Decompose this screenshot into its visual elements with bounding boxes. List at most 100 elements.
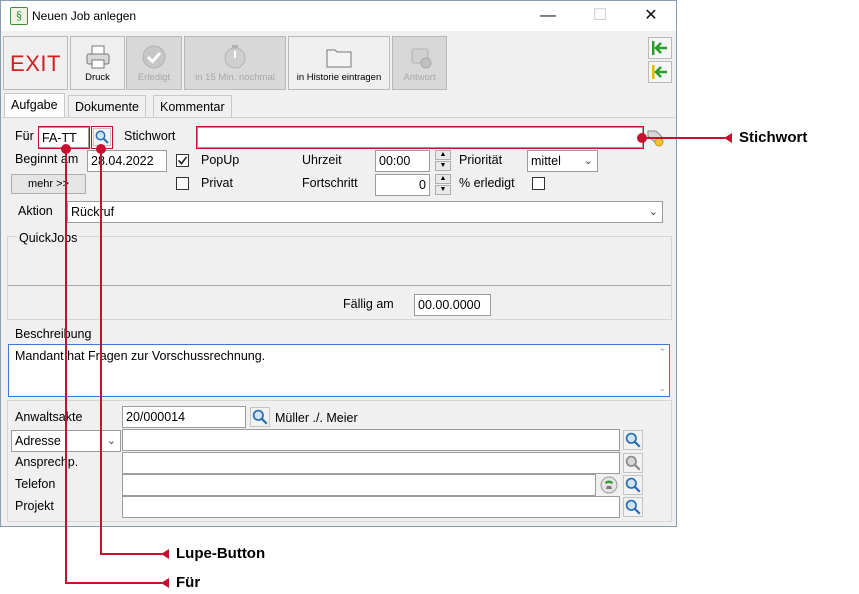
tab-aufgabe[interactable]: Aufgabe (4, 93, 65, 117)
lupe-callout-line-v (100, 149, 102, 554)
lupe-callout-arrow (161, 549, 169, 559)
prioritaet-label: Priorität (459, 153, 503, 167)
aktion-label: Aktion (18, 204, 53, 218)
fortschritt-input[interactable]: 0 (375, 174, 430, 196)
prioritaet-select[interactable]: mittel ⌄ (527, 150, 598, 172)
projekt-lookup-button[interactable] (623, 497, 643, 517)
adresse-lookup-button[interactable] (623, 430, 643, 450)
beschreibung-text: Mandant hat Fragen zur Vorschussrechnung… (15, 349, 266, 363)
anwaltsakte-name: Müller ./. Meier (275, 411, 358, 425)
spin-up-icon[interactable]: ▲ (435, 150, 451, 160)
anwaltsakte-input[interactable]: 20/000014 (122, 406, 246, 428)
done-button[interactable]: Erledigt (126, 36, 182, 90)
telefon-lookup-button[interactable] (623, 475, 643, 495)
privat-label: Privat (201, 176, 233, 190)
stichwort-callout-label: Stichwort (739, 129, 808, 146)
fortschritt-label: Fortschritt (302, 176, 358, 190)
anwaltsakte-label: Anwaltsakte (15, 410, 83, 424)
prioritaet-value: mittel (531, 154, 561, 168)
close-button[interactable]: ✕ (636, 5, 666, 27)
nav-first-button[interactable] (648, 37, 672, 59)
arrow-first-icon (652, 41, 667, 55)
projekt-label: Projekt (15, 499, 54, 513)
spin-down-icon[interactable]: ▼ (435, 185, 451, 195)
erledigt-label: % erledigt (459, 176, 515, 190)
chevron-down-icon: ⌄ (106, 435, 116, 447)
adresse-value: Adresse (15, 434, 61, 448)
magnifier-icon (625, 499, 641, 515)
adresse-input[interactable] (122, 429, 620, 451)
fuer-callout-label: Für (176, 574, 201, 591)
reply-button[interactable]: Antwort (392, 36, 447, 90)
stichwort-label: Stichwort (124, 129, 176, 143)
uhrzeit-input[interactable]: 00:00 (375, 150, 430, 172)
scroll-down-icon[interactable]: ⌄ (658, 383, 666, 394)
faellig-label: Fällig am (343, 297, 394, 311)
stichwort-highlight (196, 126, 644, 149)
stichwort-callout-arrow (724, 133, 732, 143)
minimize-button[interactable]: — (533, 5, 563, 27)
snooze-button[interactable]: in 15 Min. nochmal (184, 36, 286, 90)
tab-panel-border (2, 117, 675, 118)
window-title: Neuen Job anlegen (32, 9, 137, 23)
done-label: Erledigt (137, 72, 171, 83)
ansprechp-lookup-button[interactable] (623, 453, 643, 473)
fuer-callout-arrow (161, 578, 169, 588)
spin-up-icon[interactable]: ▲ (435, 174, 451, 184)
telefon-dial-button[interactable] (599, 475, 619, 495)
magnifier-icon (625, 477, 641, 493)
reply-icon (406, 43, 434, 74)
scroll-up-icon[interactable]: ⌃ (658, 347, 666, 358)
snooze-label: in 15 Min. nochmal (195, 72, 275, 83)
aktion-value: Rückruf (71, 205, 115, 219)
telefon-label: Telefon (15, 477, 56, 491)
chevron-down-icon: ⌄ (583, 155, 593, 167)
print-button[interactable]: Druck (70, 36, 125, 90)
privat-checkbox[interactable] (176, 177, 189, 190)
spin-down-icon[interactable]: ▼ (435, 161, 451, 171)
arrow-previous-icon (652, 65, 667, 79)
phone-icon (600, 476, 618, 494)
lupe-callout-label: Lupe-Button (176, 545, 266, 562)
popup-label: PopUp (201, 153, 240, 167)
stichwort-callout-line (643, 137, 725, 139)
ansprechp-label: Ansprechp. (15, 455, 79, 469)
printer-icon (84, 43, 112, 74)
beschreibung-textarea[interactable]: Mandant hat Fragen zur Vorschussrechnung… (8, 344, 670, 397)
reply-label: Antwort (403, 72, 436, 83)
checkmark-icon (177, 156, 188, 165)
app-icon: § (10, 7, 28, 25)
anwaltsakte-lookup-button[interactable] (250, 407, 270, 427)
erledigt-checkbox[interactable] (532, 177, 545, 190)
faellig-input[interactable]: 00.00.0000 (414, 294, 491, 316)
lupe-callout-line-h (100, 553, 162, 555)
tab-dokumente[interactable]: Dokumente (68, 95, 146, 117)
fortschritt-spinner[interactable]: ▲ ▼ (435, 174, 451, 196)
print-label: Druck (85, 72, 110, 83)
chevron-down-icon: ⌄ (648, 206, 658, 218)
magnifier-icon (625, 455, 641, 471)
maximize-button[interactable]: ☐ (585, 5, 615, 27)
nav-previous-button[interactable] (648, 61, 672, 83)
aktion-select[interactable]: Rückruf ⌄ (67, 201, 663, 223)
exit-button[interactable]: EXIT (3, 36, 68, 90)
uhrzeit-spinner[interactable]: ▲ ▼ (435, 150, 451, 172)
folder-icon (324, 43, 354, 74)
quickjobs-label: QuickJobs (17, 231, 80, 245)
fuer-callout-line-v (65, 149, 67, 583)
check-circle-icon (140, 43, 168, 74)
history-button[interactable]: in Historie eintragen (288, 36, 390, 90)
fuer-label: Für (15, 129, 34, 143)
magnifier-icon (625, 432, 641, 448)
telefon-input[interactable] (122, 474, 596, 496)
tab-kommentar[interactable]: Kommentar (153, 95, 232, 117)
history-label: in Historie eintragen (296, 72, 382, 83)
fuer-callout-line-h (65, 582, 162, 584)
ansprechp-input[interactable] (122, 452, 620, 474)
timer-icon (221, 43, 249, 74)
beginnt-label: Beginnt am (15, 152, 79, 166)
projekt-input[interactable] (122, 496, 620, 518)
popup-checkbox[interactable] (176, 154, 189, 167)
quickjobs-divider (8, 285, 671, 286)
mehr-button[interactable]: mehr >> (11, 174, 86, 194)
